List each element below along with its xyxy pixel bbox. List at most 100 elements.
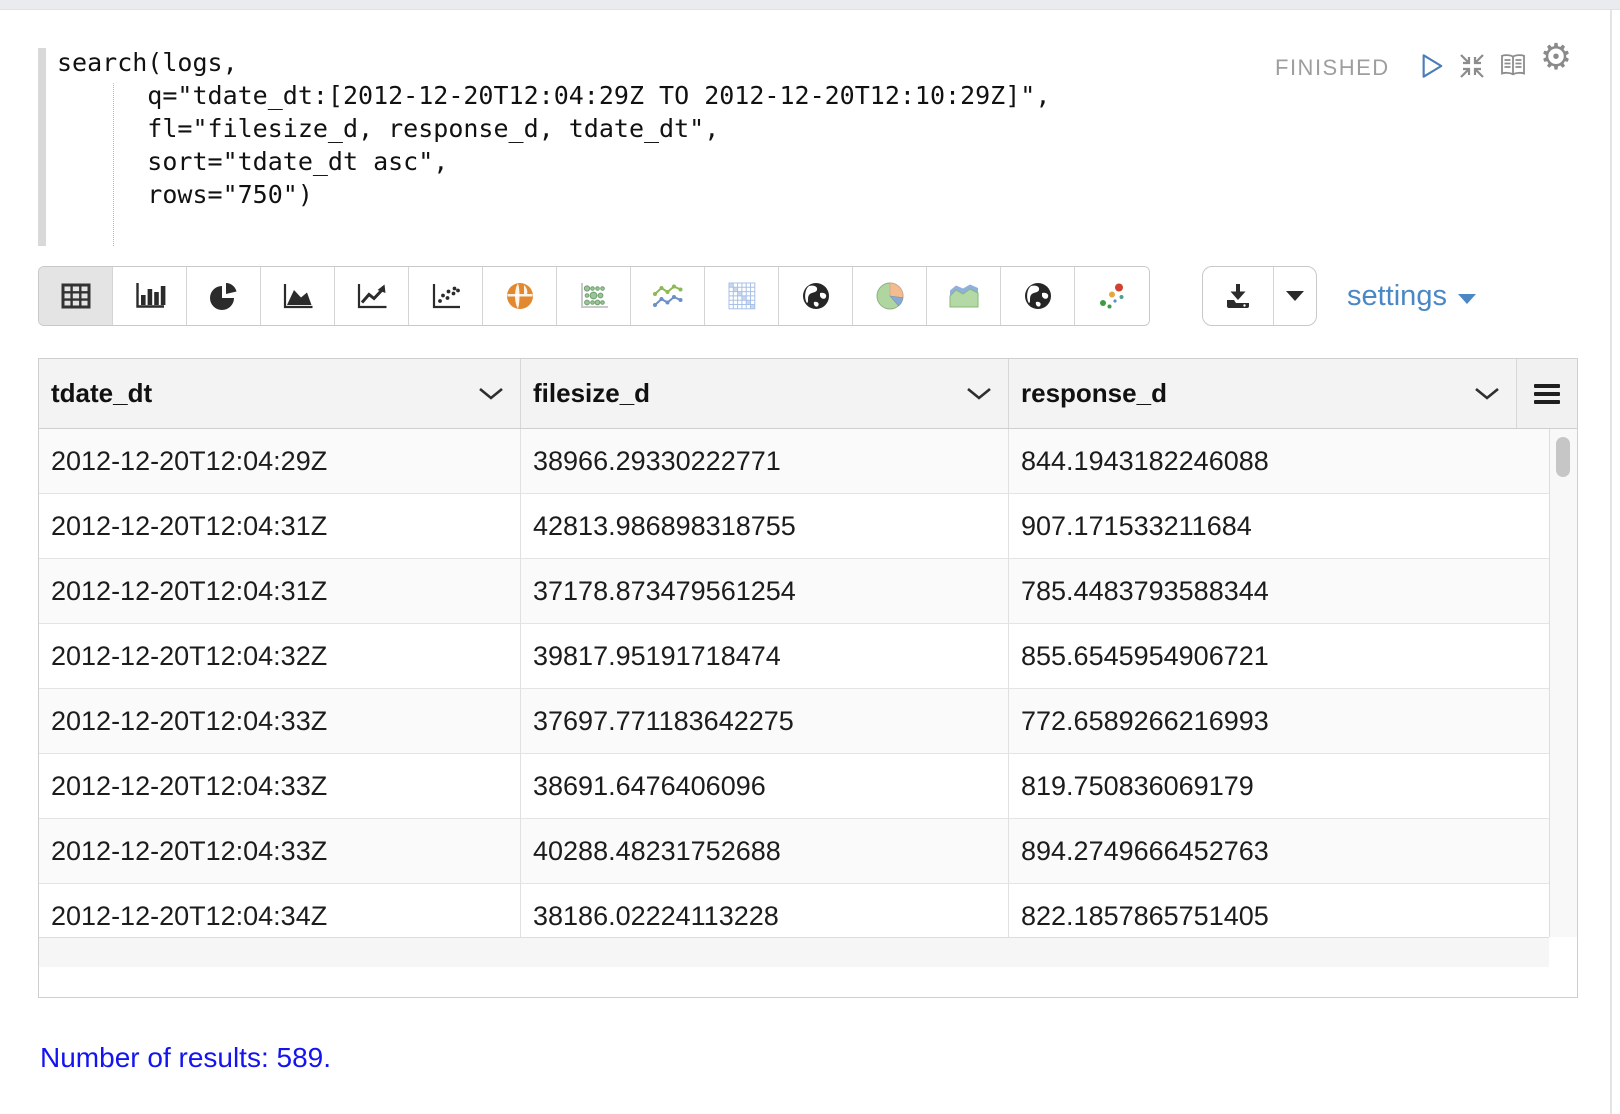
viz-pie-colored-button[interactable] bbox=[853, 267, 927, 325]
column-label: response_d bbox=[1021, 378, 1167, 409]
column-header-filesize_d[interactable]: filesize_d bbox=[521, 359, 1009, 428]
results-grid: tdate_dt filesize_d response_d bbox=[38, 358, 1578, 998]
table-row: 2012-12-20T12:04:31Z 37178.873479561254 … bbox=[39, 559, 1549, 624]
viz-area-chart-button[interactable] bbox=[261, 267, 335, 325]
globe-orange-icon bbox=[505, 281, 535, 311]
scrollbar-corner bbox=[1549, 937, 1577, 967]
settings-label: settings bbox=[1347, 280, 1447, 313]
viz-heatmap-button[interactable] bbox=[705, 267, 779, 325]
line-chart-icon bbox=[355, 281, 389, 311]
table-cell: 37697.771183642275 bbox=[521, 689, 1009, 753]
pie-colored-icon bbox=[875, 281, 905, 311]
table-cell: 819.750836069179 bbox=[1009, 754, 1549, 818]
area-chart-icon bbox=[281, 281, 315, 311]
table-row: 2012-12-20T12:04:33Z 40288.48231752688 8… bbox=[39, 819, 1549, 884]
page-top-strip bbox=[0, 0, 1620, 10]
table-cell: 2012-12-20T12:04:31Z bbox=[39, 494, 521, 558]
table-cell: 2012-12-20T12:04:33Z bbox=[39, 754, 521, 818]
download-split-button bbox=[1202, 266, 1317, 326]
code-text: search(logs, q="tdate_dt:[2012-12-20T12:… bbox=[57, 46, 1050, 211]
viz-area-colored-button[interactable] bbox=[927, 267, 1001, 325]
table-row: 2012-12-20T12:04:31Z 42813.986898318755 … bbox=[39, 494, 1549, 559]
code-editor[interactable]: search(logs, q="tdate_dt:[2012-12-20T12:… bbox=[38, 46, 1178, 256]
grid-rows: 2012-12-20T12:04:29Z 38966.29330222771 8… bbox=[39, 429, 1549, 967]
viz-globe-button[interactable] bbox=[1001, 267, 1075, 325]
table-row: 2012-12-20T12:04:33Z 38691.6476406096 81… bbox=[39, 754, 1549, 819]
table-cell: 2012-12-20T12:04:32Z bbox=[39, 624, 521, 688]
pie-chart-icon bbox=[209, 281, 239, 311]
bubble-chart-icon bbox=[577, 281, 611, 311]
multi-line-chart-icon bbox=[651, 281, 685, 311]
chevron-down-icon[interactable] bbox=[478, 387, 504, 401]
visualization-toolbar bbox=[38, 266, 1150, 326]
vertical-scrollbar-thumb[interactable] bbox=[1556, 437, 1570, 477]
download-icon bbox=[1223, 282, 1253, 310]
viz-globe-button[interactable] bbox=[779, 267, 853, 325]
vertical-scrollbar[interactable] bbox=[1549, 429, 1577, 967]
viz-map-button[interactable] bbox=[483, 267, 557, 325]
collapse-button[interactable] bbox=[1456, 50, 1488, 82]
table-cell: 2012-12-20T12:04:29Z bbox=[39, 429, 521, 493]
scatter-plot-icon bbox=[429, 281, 463, 311]
viz-multi-line-chart-button[interactable] bbox=[631, 267, 705, 325]
table-cell: 2012-12-20T12:04:33Z bbox=[39, 819, 521, 883]
column-label: tdate_dt bbox=[51, 378, 152, 409]
caret-down-icon bbox=[1286, 291, 1304, 301]
download-button[interactable] bbox=[1203, 267, 1274, 325]
play-icon bbox=[1419, 51, 1445, 81]
viz-scatter-plot-button[interactable] bbox=[409, 267, 483, 325]
table-cell: 2012-12-20T12:04:31Z bbox=[39, 559, 521, 623]
table-cell: 907.171533211684 bbox=[1009, 494, 1549, 558]
collapse-icon bbox=[1457, 51, 1487, 81]
settings-dropdown[interactable]: settings bbox=[1347, 280, 1476, 313]
table-cell: 42813.986898318755 bbox=[521, 494, 1009, 558]
chevron-down-icon[interactable] bbox=[1474, 387, 1500, 401]
gear-icon: ⚙ bbox=[1540, 40, 1572, 76]
table-cell: 38966.29330222771 bbox=[521, 429, 1009, 493]
paragraph-status: FINISHED bbox=[1275, 55, 1390, 81]
download-options-button[interactable] bbox=[1274, 267, 1316, 325]
viz-line-chart-button[interactable] bbox=[335, 267, 409, 325]
editor-gutter bbox=[38, 48, 46, 246]
scatter-colored-icon bbox=[1095, 281, 1129, 311]
chevron-down-icon[interactable] bbox=[966, 387, 992, 401]
table-cell: 785.4483793588344 bbox=[1009, 559, 1549, 623]
table-icon bbox=[59, 281, 93, 311]
paragraph-right-edge bbox=[1610, 10, 1612, 1114]
table-cell: 39817.95191718474 bbox=[521, 624, 1009, 688]
zeppelin-paragraph: search(logs, q="tdate_dt:[2012-12-20T12:… bbox=[0, 0, 1620, 1114]
column-header-response_d[interactable]: response_d bbox=[1009, 359, 1517, 428]
table-cell: 37178.873479561254 bbox=[521, 559, 1009, 623]
paragraph-settings-button[interactable]: ⚙ bbox=[1540, 42, 1572, 74]
horizontal-scrollbar[interactable] bbox=[39, 937, 1549, 967]
results-count-text: Number of results: 589. bbox=[40, 1042, 331, 1074]
globe-dark-icon bbox=[801, 281, 831, 311]
table-row: 2012-12-20T12:04:33Z 37697.771183642275 … bbox=[39, 689, 1549, 754]
column-header-tdate_dt[interactable]: tdate_dt bbox=[39, 359, 521, 428]
code-line: sort="tdate_dt asc", bbox=[57, 145, 1050, 178]
bar-chart-icon bbox=[133, 281, 167, 311]
table-row: 2012-12-20T12:04:32Z 39817.95191718474 8… bbox=[39, 624, 1549, 689]
globe-dark-icon bbox=[1023, 281, 1053, 311]
book-icon bbox=[1497, 52, 1529, 80]
viz-table-button[interactable] bbox=[39, 267, 113, 325]
heatmap-icon bbox=[726, 281, 758, 311]
show-editor-button[interactable] bbox=[1497, 50, 1529, 82]
run-button[interactable] bbox=[1416, 50, 1448, 82]
table-cell: 844.1943182246088 bbox=[1009, 429, 1549, 493]
code-line: fl="filesize_d, response_d, tdate_dt", bbox=[57, 112, 1050, 145]
caret-down-icon bbox=[1458, 294, 1476, 304]
table-cell: 40288.48231752688 bbox=[521, 819, 1009, 883]
area-colored-icon bbox=[947, 281, 981, 311]
table-cell: 894.2749666452763 bbox=[1009, 819, 1549, 883]
viz-scatter-colored-button[interactable] bbox=[1075, 267, 1149, 325]
table-cell: 772.6589266216993 bbox=[1009, 689, 1549, 753]
grid-body: 2012-12-20T12:04:29Z 38966.29330222771 8… bbox=[39, 429, 1577, 967]
code-line: q="tdate_dt:[2012-12-20T12:04:29Z TO 201… bbox=[57, 79, 1050, 112]
viz-bar-chart-button[interactable] bbox=[113, 267, 187, 325]
viz-pie-chart-button[interactable] bbox=[187, 267, 261, 325]
grid-menu-button[interactable] bbox=[1517, 359, 1577, 428]
code-line: rows="750") bbox=[57, 178, 1050, 211]
table-cell: 2012-12-20T12:04:33Z bbox=[39, 689, 521, 753]
viz-bubble-chart-button[interactable] bbox=[557, 267, 631, 325]
